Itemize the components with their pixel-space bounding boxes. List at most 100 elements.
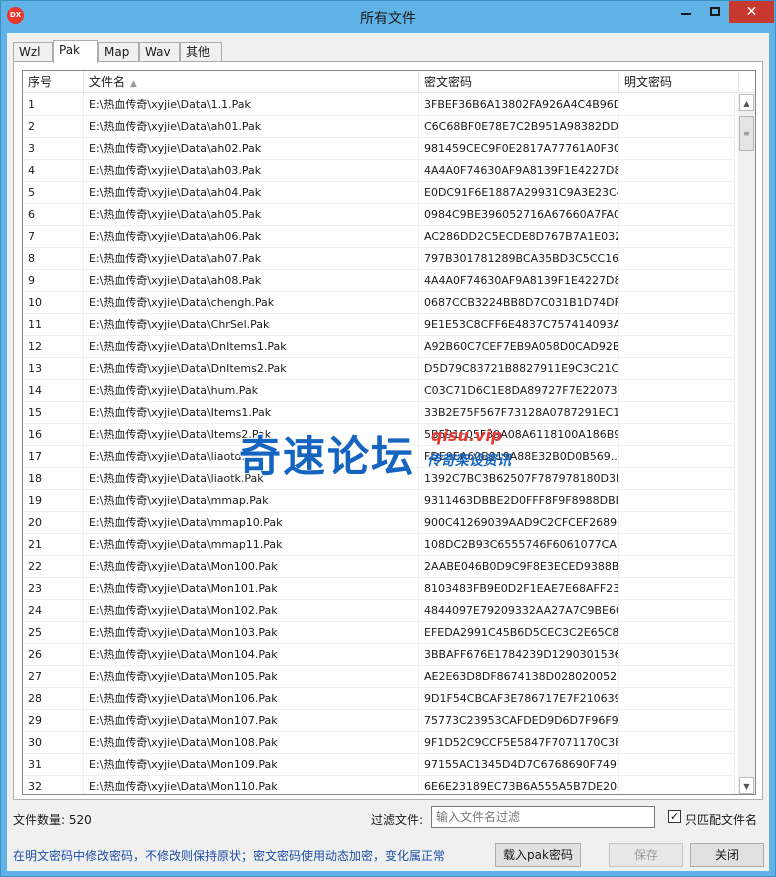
row-filename: E:\热血传奇\xyjie\Data\Mon107.Pak — [84, 710, 419, 732]
table-row[interactable]: 15 E:\热血传奇\xyjie\Data\Items1.Pak 33B2E75F5… — [23, 402, 735, 424]
title-bar[interactable]: DX 所有文件 ✕ — [1, 1, 775, 33]
table-row[interactable]: 17 E:\热血传奇\xyjie\Data\liaotd.Pak FDE9EA60B… — [23, 446, 735, 468]
table-row[interactable]: 8 E:\热血传奇\xyjie\Data\ah07.Pak 797B30178128… — [23, 248, 735, 270]
row-plain-password[interactable] — [619, 204, 735, 226]
table-row[interactable]: 3 E:\热血传奇\xyjie\Data\ah02.Pak 981459CEC9F0… — [23, 138, 735, 160]
table-row[interactable]: 23 E:\热血传奇\xyjie\Data\Mon101.Pak 8103483FB… — [23, 578, 735, 600]
row-plain-password[interactable] — [619, 512, 735, 534]
table-row[interactable]: 20 E:\热血传奇\xyjie\Data\mmap10.Pak 900C41269… — [23, 512, 735, 534]
match-filename-label[interactable]: 只匹配文件名 — [685, 811, 757, 828]
match-filename-checkbox[interactable]: ✓ — [668, 810, 681, 823]
table-row[interactable]: 24 E:\热血传奇\xyjie\Data\Mon102.Pak 4844097E7… — [23, 600, 735, 622]
scroll-thumb[interactable]: ≡ — [739, 116, 754, 151]
column-header-index[interactable]: 序号 — [23, 71, 84, 93]
row-plain-password[interactable] — [619, 644, 735, 666]
table-row[interactable]: 11 E:\热血传奇\xyjie\Data\ChrSel.Pak 9E1E53C8C… — [23, 314, 735, 336]
table-row[interactable]: 28 E:\热血传奇\xyjie\Data\Mon106.Pak 9D1F54CBC… — [23, 688, 735, 710]
table-row[interactable]: 30 E:\热血传奇\xyjie\Data\Mon108.Pak 9F1D52C9C… — [23, 732, 735, 754]
row-plain-password[interactable] — [619, 710, 735, 732]
save-button[interactable]: 保存 — [609, 843, 683, 867]
table-row[interactable]: 10 E:\热血传奇\xyjie\Data\chengh.Pak 0687CCB32… — [23, 292, 735, 314]
row-cipher-password: C6C68BF0E78E7C2B951A98382DDE... — [419, 116, 619, 138]
row-plain-password[interactable] — [619, 314, 735, 336]
table-row[interactable]: 1 E:\热血传奇\xyjie\Data\1.1.Pak 3FBEF36B6A138… — [23, 94, 735, 116]
column-header-cipher[interactable]: 密文密码 — [419, 71, 619, 93]
minimize-button[interactable] — [671, 1, 701, 23]
row-plain-password[interactable] — [619, 248, 735, 270]
row-plain-password[interactable] — [619, 160, 735, 182]
row-plain-password[interactable] — [619, 446, 735, 468]
row-plain-password[interactable] — [619, 754, 735, 776]
table-row[interactable]: 9 E:\热血传奇\xyjie\Data\ah08.Pak 4A4A0F74630A… — [23, 270, 735, 292]
row-plain-password[interactable] — [619, 666, 735, 688]
row-plain-password[interactable] — [619, 600, 735, 622]
row-plain-password[interactable] — [619, 424, 735, 446]
row-plain-password[interactable] — [619, 226, 735, 248]
table-row[interactable]: 22 E:\热血传奇\xyjie\Data\Mon100.Pak 2AABE046B… — [23, 556, 735, 578]
vertical-scrollbar[interactable]: ▲ ≡ ▼ — [738, 94, 755, 794]
row-plain-password[interactable] — [619, 402, 735, 424]
tab-wzl[interactable]: Wzl — [13, 42, 53, 62]
row-filename: E:\热血传奇\xyjie\Data\Mon106.Pak — [84, 688, 419, 710]
row-filename: E:\热血传奇\xyjie\Data\ah02.Pak — [84, 138, 419, 160]
table-row[interactable]: 31 E:\热血传奇\xyjie\Data\Mon109.Pak 97155AC13… — [23, 754, 735, 776]
row-filename: E:\热血传奇\xyjie\Data\chengh.Pak — [84, 292, 419, 314]
table-row[interactable]: 18 E:\热血传奇\xyjie\Data\liaotk.Pak 1392C7BC3… — [23, 468, 735, 490]
table-row[interactable]: 12 E:\热血传奇\xyjie\Data\DnItems1.Pak A92B60C… — [23, 336, 735, 358]
row-plain-password[interactable] — [619, 688, 735, 710]
tab-map[interactable]: Map — [98, 42, 139, 62]
table-row[interactable]: 21 E:\热血传奇\xyjie\Data\mmap11.Pak 108DC2B93… — [23, 534, 735, 556]
table-row[interactable]: 6 E:\热血传奇\xyjie\Data\ah05.Pak 0984C9BE3960… — [23, 204, 735, 226]
scroll-up-icon[interactable]: ▲ — [739, 94, 754, 111]
row-plain-password[interactable] — [619, 490, 735, 512]
table-row[interactable]: 19 E:\热血传奇\xyjie\Data\mmap.Pak 9311463DBBE… — [23, 490, 735, 512]
tab-wav[interactable]: Wav — [139, 42, 180, 62]
table-row[interactable]: 4 E:\热血传奇\xyjie\Data\ah03.Pak 4A4A0F74630A… — [23, 160, 735, 182]
row-index: 26 — [23, 644, 84, 666]
row-plain-password[interactable] — [619, 380, 735, 402]
table-row[interactable]: 16 E:\热血传奇\xyjie\Data\Items2.Pak 5B591F05F… — [23, 424, 735, 446]
scroll-down-icon[interactable]: ▼ — [739, 777, 754, 794]
table-row[interactable]: 25 E:\热血传奇\xyjie\Data\Mon103.Pak EFEDA2991… — [23, 622, 735, 644]
row-index: 13 — [23, 358, 84, 380]
row-cipher-password: 75773C23953CAFDED9D6D7F96F90... — [419, 710, 619, 732]
row-plain-password[interactable] — [619, 622, 735, 644]
row-filename: E:\热血传奇\xyjie\Data\DnItems1.Pak — [84, 336, 419, 358]
row-plain-password[interactable] — [619, 578, 735, 600]
row-plain-password[interactable] — [619, 358, 735, 380]
maximize-button[interactable] — [701, 1, 729, 23]
row-plain-password[interactable] — [619, 138, 735, 160]
row-plain-password[interactable] — [619, 776, 735, 794]
row-plain-password[interactable] — [619, 182, 735, 204]
row-index: 4 — [23, 160, 84, 182]
close-button[interactable]: 关闭 — [690, 843, 764, 867]
file-list[interactable]: 序号 文件名 ▲ 密文密码 明文密码 1 E:\热血传奇\xyjie\Data\1.… — [22, 70, 756, 795]
table-row[interactable]: 27 E:\热血传奇\xyjie\Data\Mon105.Pak AE2E63D8D… — [23, 666, 735, 688]
table-row[interactable]: 2 E:\热血传奇\xyjie\Data\ah01.Pak C6C68BF0E78E… — [23, 116, 735, 138]
table-row[interactable]: 29 E:\热血传奇\xyjie\Data\Mon107.Pak 75773C239… — [23, 710, 735, 732]
column-header-filename[interactable]: 文件名 ▲ — [84, 71, 419, 93]
table-row[interactable]: 26 E:\热血传奇\xyjie\Data\Mon104.Pak 3BBAFF676… — [23, 644, 735, 666]
row-plain-password[interactable] — [619, 556, 735, 578]
table-row[interactable]: 32 E:\热血传奇\xyjie\Data\Mon110.Pak 6E6E23189… — [23, 776, 735, 794]
filter-input[interactable] — [431, 806, 655, 828]
load-pak-password-button[interactable]: 载入pak密码 — [495, 843, 581, 867]
row-plain-password[interactable] — [619, 94, 735, 116]
table-row[interactable]: 13 E:\热血传奇\xyjie\Data\DnItems2.Pak D5D79C8… — [23, 358, 735, 380]
tab-pak[interactable]: Pak — [53, 40, 98, 63]
row-plain-password[interactable] — [619, 116, 735, 138]
table-row[interactable]: 14 E:\热血传奇\xyjie\Data\hum.Pak C03C71D6C1E8… — [23, 380, 735, 402]
tab-other[interactable]: 其他 — [180, 42, 222, 62]
row-plain-password[interactable] — [619, 292, 735, 314]
row-plain-password[interactable] — [619, 468, 735, 490]
row-plain-password[interactable] — [619, 270, 735, 292]
row-cipher-password: EFEDA2991C45B6D5CEC3C2E65C8... — [419, 622, 619, 644]
row-plain-password[interactable] — [619, 534, 735, 556]
row-plain-password[interactable] — [619, 732, 735, 754]
table-row[interactable]: 7 E:\热血传奇\xyjie\Data\ah06.Pak AC286DD2C5EC… — [23, 226, 735, 248]
row-plain-password[interactable] — [619, 336, 735, 358]
close-window-button[interactable]: ✕ — [729, 1, 774, 23]
table-row[interactable]: 5 E:\热血传奇\xyjie\Data\ah04.Pak E0DC91F6E188… — [23, 182, 735, 204]
column-header-plain[interactable]: 明文密码 — [619, 71, 739, 93]
row-filename: E:\热血传奇\xyjie\Data\Items1.Pak — [84, 402, 419, 424]
